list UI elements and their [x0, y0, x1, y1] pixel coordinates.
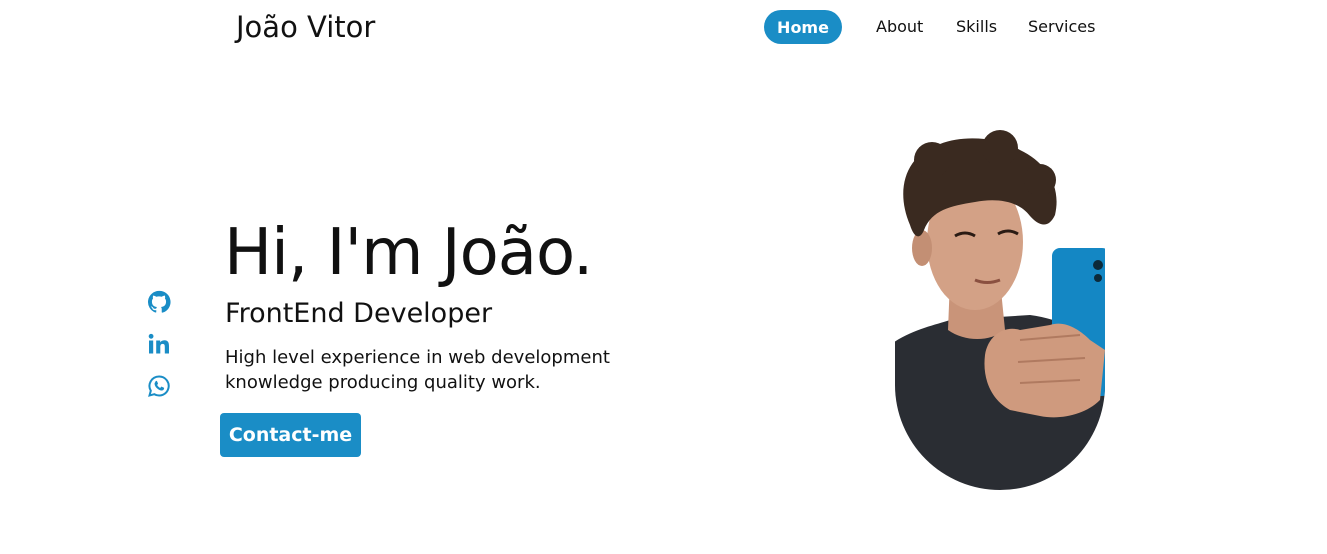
hero-description-line: High level experience in web development: [225, 347, 610, 368]
profile-photo: [895, 130, 1105, 490]
nav-home-link[interactable]: Home: [764, 10, 842, 44]
nav-skills-link[interactable]: Skills: [956, 17, 997, 36]
contact-button[interactable]: Contact-me: [220, 413, 361, 457]
hero-subtitle: FrontEnd Developer: [225, 298, 493, 329]
hero-description-line: knowledge producing quality work.: [225, 372, 541, 393]
github-icon[interactable]: [147, 290, 171, 314]
nav-about-link[interactable]: About: [876, 17, 923, 36]
whatsapp-icon[interactable]: [147, 374, 171, 398]
hero-description: High level experience in web development…: [225, 345, 625, 395]
linkedin-icon[interactable]: [147, 332, 171, 356]
hero-title: Hi, I'm João.: [224, 216, 593, 290]
main-nav: Home About Skills Services: [0, 0, 1327, 55]
nav-services-link[interactable]: Services: [1028, 17, 1095, 36]
